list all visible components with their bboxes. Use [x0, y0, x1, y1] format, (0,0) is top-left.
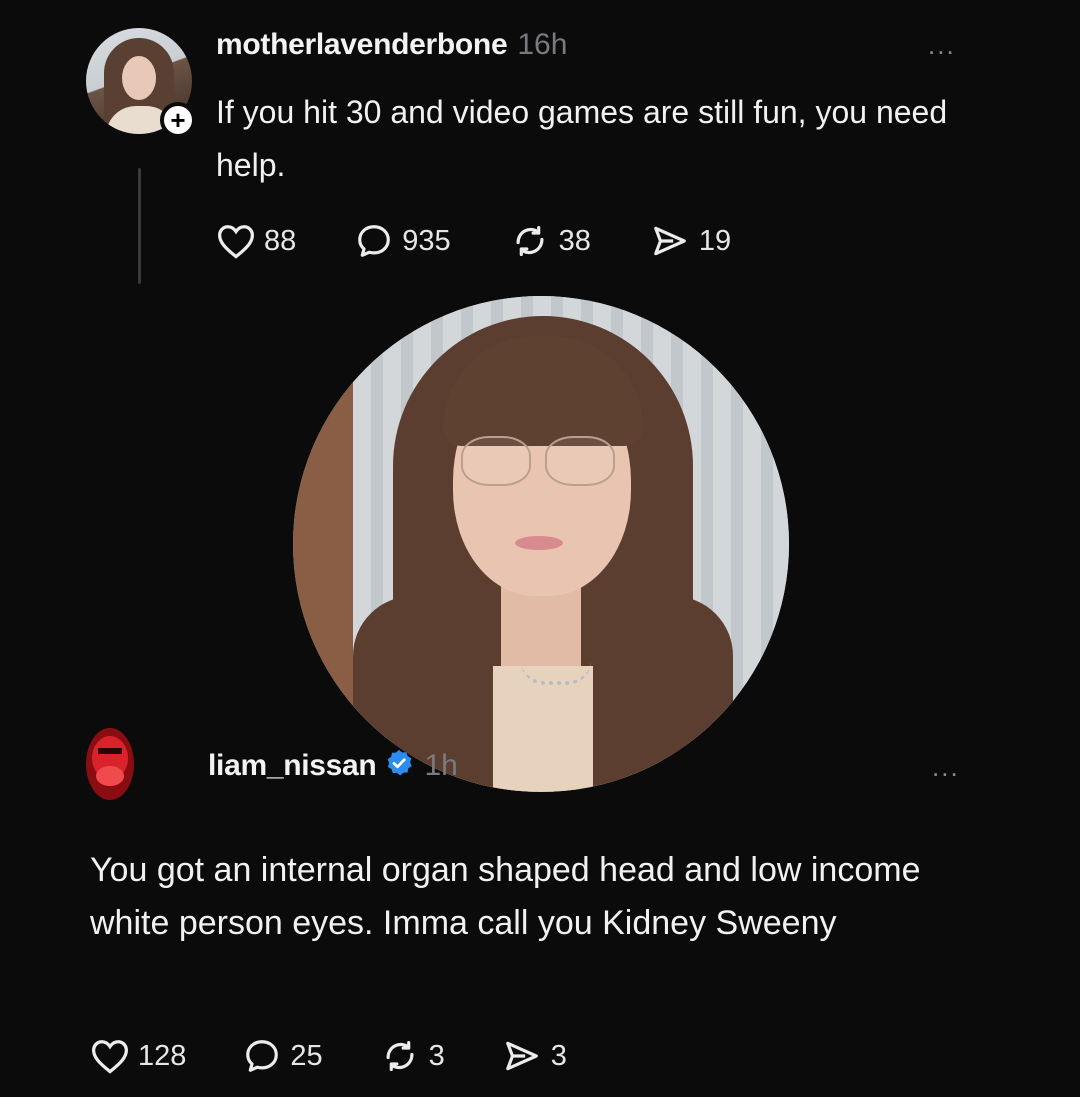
post-header: motherlavenderbone 16h — [216, 28, 567, 62]
reply-author-avatar[interactable] — [80, 718, 138, 808]
comment-button[interactable]: 935 — [354, 222, 451, 260]
reply-repost-button[interactable]: 3 — [379, 1037, 445, 1075]
comment-bubble-icon — [358, 225, 391, 257]
reply-like-count: 128 — [138, 1039, 187, 1072]
profile-photo — [293, 296, 789, 792]
repost-count: 38 — [558, 224, 591, 257]
reply-comment-button[interactable]: 25 — [242, 1037, 323, 1075]
share-count: 19 — [698, 224, 732, 257]
like-button[interactable]: 88 — [216, 223, 296, 259]
reply-username[interactable]: liam_nissan — [208, 749, 377, 783]
send-icon — [654, 226, 686, 256]
username[interactable]: motherlavenderbone — [216, 28, 508, 61]
timestamp: 16h — [517, 28, 568, 61]
comment-count: 935 — [402, 224, 451, 257]
verified-badge-icon — [384, 748, 414, 783]
comment-bubble-icon — [246, 1040, 279, 1072]
reply-share-count: 3 — [550, 1039, 567, 1072]
more-options-icon[interactable]: ... — [928, 30, 956, 61]
reply-header: liam_nissan 1h — [208, 748, 458, 783]
like-count: 88 — [264, 224, 297, 257]
repost-icon — [386, 1040, 414, 1072]
post-actions: 88 935 38 19 — [216, 222, 789, 260]
send-icon — [505, 1041, 538, 1071]
reply-like-button[interactable]: 128 — [90, 1038, 186, 1074]
reply-more-options-icon[interactable]: ... — [932, 752, 960, 783]
reply-share-button[interactable]: 3 — [501, 1037, 567, 1075]
heart-icon — [217, 225, 255, 259]
reply-timestamp: 1h — [424, 748, 458, 782]
reply-comment-count: 25 — [290, 1039, 323, 1072]
heart-icon — [91, 1040, 129, 1074]
repost-button[interactable]: 38 — [509, 222, 591, 260]
thread-line — [138, 168, 141, 284]
reply-text: You got an internal organ shaped head an… — [90, 851, 921, 942]
reply-actions: 128 25 3 3 — [90, 1037, 623, 1075]
post-text: If you hit 30 and video games are still … — [216, 94, 948, 183]
share-button[interactable]: 19 — [649, 222, 731, 260]
reply-repost-count: 3 — [428, 1039, 445, 1072]
follow-button[interactable]: + — [160, 102, 196, 138]
repost-icon — [516, 225, 544, 257]
